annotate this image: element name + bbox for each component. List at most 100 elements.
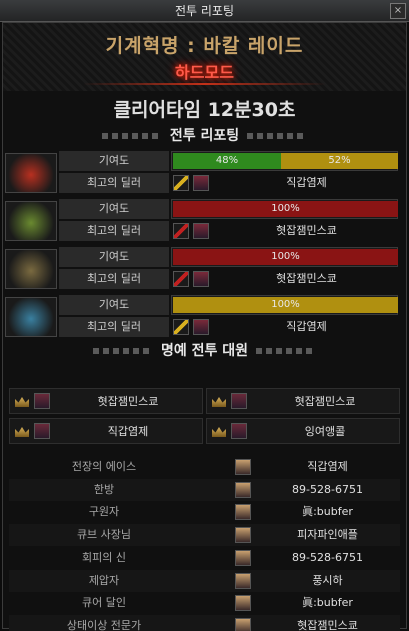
award-row: 큐어 달인 眞:bubfer <box>9 592 400 614</box>
top-dealer-row: 최고의 딜러 직갑염제 <box>59 317 398 337</box>
award-row: 한방 89-528-6751 <box>9 478 400 501</box>
boss-row: 기여도 100% 최고의 딜러 혓잡잼민스쿄 <box>3 199 406 243</box>
award-recipient: 89-528-6751 <box>292 482 363 496</box>
award-row: 전장의 에이스 직갑염제 <box>9 456 400 478</box>
honor-member: 잉여앵콜 <box>206 418 400 444</box>
character-avatar-icon <box>235 459 251 475</box>
award-title: 한방 <box>93 482 115 496</box>
top-dealer-info: 혓잡잼민스쿄 <box>171 269 398 289</box>
raid-title: 기계혁명 : 바칼 레이드 <box>105 35 304 57</box>
contribution-label: 기여도 <box>59 151 169 171</box>
raid-banner: 기계혁명 : 바칼 레이드 하드모드 <box>3 23 406 91</box>
award-row: 회피의 신 89-528-6751 <box>9 547 400 569</box>
close-button[interactable]: × <box>390 3 406 19</box>
award-row: 큐브 사장님 피자파인애플 <box>9 524 400 547</box>
window-title: 전투 리포팅 <box>174 4 234 18</box>
contribution-segment: 52% <box>281 153 398 169</box>
character-avatar-icon <box>235 572 251 589</box>
character-avatar-icon <box>231 393 247 409</box>
contribution-bar: 100% <box>171 295 398 315</box>
honor-heading: 명예 전투 대원 <box>3 340 406 360</box>
award-title: 회피의 신 <box>82 550 126 564</box>
character-avatar-icon <box>235 595 251 612</box>
character-avatar-icon <box>235 527 251 544</box>
award-row: 제압자 풍시하 <box>9 569 400 592</box>
top-dealer-row: 최고의 딜러 혓잡잼민스쿄 <box>59 269 398 289</box>
character-avatar-icon <box>235 617 251 631</box>
award-title: 제압자 <box>88 573 120 587</box>
contribution-bar: 100% <box>171 199 398 219</box>
battle-report-heading: 전투 리포팅 <box>3 125 406 145</box>
award-recipient: 풍시하 <box>312 573 343 587</box>
report-panel: 기계혁명 : 바칼 레이드 하드모드 클리어타임 12분30초 전투 리포팅 기… <box>2 22 407 631</box>
contribution-label: 기여도 <box>59 247 169 267</box>
top-dealer-label: 최고의 딜러 <box>59 221 169 241</box>
award-title: 큐어 달인 <box>82 596 126 610</box>
weapon-icon <box>173 319 189 335</box>
contribution-segment: 100% <box>173 201 398 217</box>
character-avatar-icon <box>235 504 251 521</box>
medal-icon <box>212 427 226 437</box>
top-dealer-row: 최고의 딜러 직갑염제 <box>59 173 398 193</box>
window-titlebar: 전투 리포팅 × <box>0 0 409 22</box>
character-avatar-icon <box>193 319 209 335</box>
character-avatar-icon <box>193 223 209 239</box>
award-recipient: 89-528-6751 <box>292 550 363 564</box>
top-dealer-label: 최고의 딜러 <box>59 173 169 193</box>
honor-member-name: 직갑염제 <box>107 425 149 438</box>
award-row: 상태이상 전문가 혓잡잼민스쿄 <box>9 614 400 631</box>
medal-icon <box>15 397 29 407</box>
award-recipient: 眞:bubfer <box>302 596 353 610</box>
weapon-icon <box>173 175 189 191</box>
top-dealer-row: 최고의 딜러 혓잡잼민스쿄 <box>59 221 398 241</box>
boss-row: 기여도 100% 최고의 딜러 혓잡잼민스쿄 <box>3 247 406 291</box>
honor-member-name: 잉여앵콜 <box>304 425 346 438</box>
contribution-label: 기여도 <box>59 295 169 315</box>
character-avatar-icon <box>34 393 50 409</box>
honor-member: 직갑염제 <box>9 418 203 444</box>
character-avatar-icon <box>34 423 50 439</box>
boss-portrait-icon <box>5 153 57 193</box>
contribution-bar: 48% 52% <box>171 151 398 171</box>
award-recipient: 眞:bubfer <box>302 505 353 519</box>
top-dealer-name: 혓잡잼민스쿄 <box>276 224 337 237</box>
contribution-row: 기여도 100% <box>59 295 398 315</box>
contribution-row: 기여도 100% <box>59 199 398 219</box>
top-dealer-info: 직갑염제 <box>171 173 398 193</box>
banner-divider <box>83 83 326 85</box>
award-recipient: 혓잡잼민스쿄 <box>297 618 358 631</box>
honor-member-grid: 혓잡잼민스쿄 혓잡잼민스쿄 직갑염제 잉여앵콜 <box>9 388 400 446</box>
character-avatar-icon <box>235 481 251 498</box>
contribution-row: 기여도 48% 52% <box>59 151 398 171</box>
top-dealer-name: 직갑염제 <box>286 320 327 333</box>
top-dealer-label: 최고의 딜러 <box>59 269 169 289</box>
top-dealer-info: 혓잡잼민스쿄 <box>171 221 398 241</box>
character-avatar-icon <box>193 175 209 191</box>
honor-member-name: 혓잡잼민스쿄 <box>294 395 356 408</box>
difficulty-label: 하드모드 <box>175 63 234 82</box>
weapon-icon <box>173 271 189 287</box>
medal-icon <box>15 427 29 437</box>
character-avatar-icon <box>231 423 247 439</box>
character-avatar-icon <box>193 271 209 287</box>
boss-portrait-icon <box>5 249 57 289</box>
boss-portrait-icon <box>5 297 57 337</box>
medal-icon <box>212 397 226 407</box>
top-dealer-name: 직갑염제 <box>286 176 327 189</box>
contribution-segment: 48% <box>173 153 281 169</box>
clear-time: 클리어타임 12분30초 <box>113 99 296 121</box>
contribution-segment: 100% <box>173 249 398 265</box>
contribution-label: 기여도 <box>59 199 169 219</box>
contribution-row: 기여도 100% <box>59 247 398 267</box>
award-title: 구원자 <box>88 505 120 519</box>
contribution-segment: 100% <box>173 297 398 313</box>
top-dealer-name: 혓잡잼민스쿄 <box>276 272 337 285</box>
weapon-icon <box>173 223 189 239</box>
boss-row: 기여도 100% 최고의 딜러 직갑염제 <box>3 295 406 339</box>
honor-member: 혓잡잼민스쿄 <box>206 388 400 414</box>
contribution-bar: 100% <box>171 247 398 267</box>
character-avatar-icon <box>235 549 251 566</box>
boss-row: 기여도 48% 52% 최고의 딜러 직갑염제 <box>3 151 406 195</box>
award-recipient: 피자파인애플 <box>297 528 358 542</box>
award-recipient: 직갑염제 <box>307 460 348 473</box>
